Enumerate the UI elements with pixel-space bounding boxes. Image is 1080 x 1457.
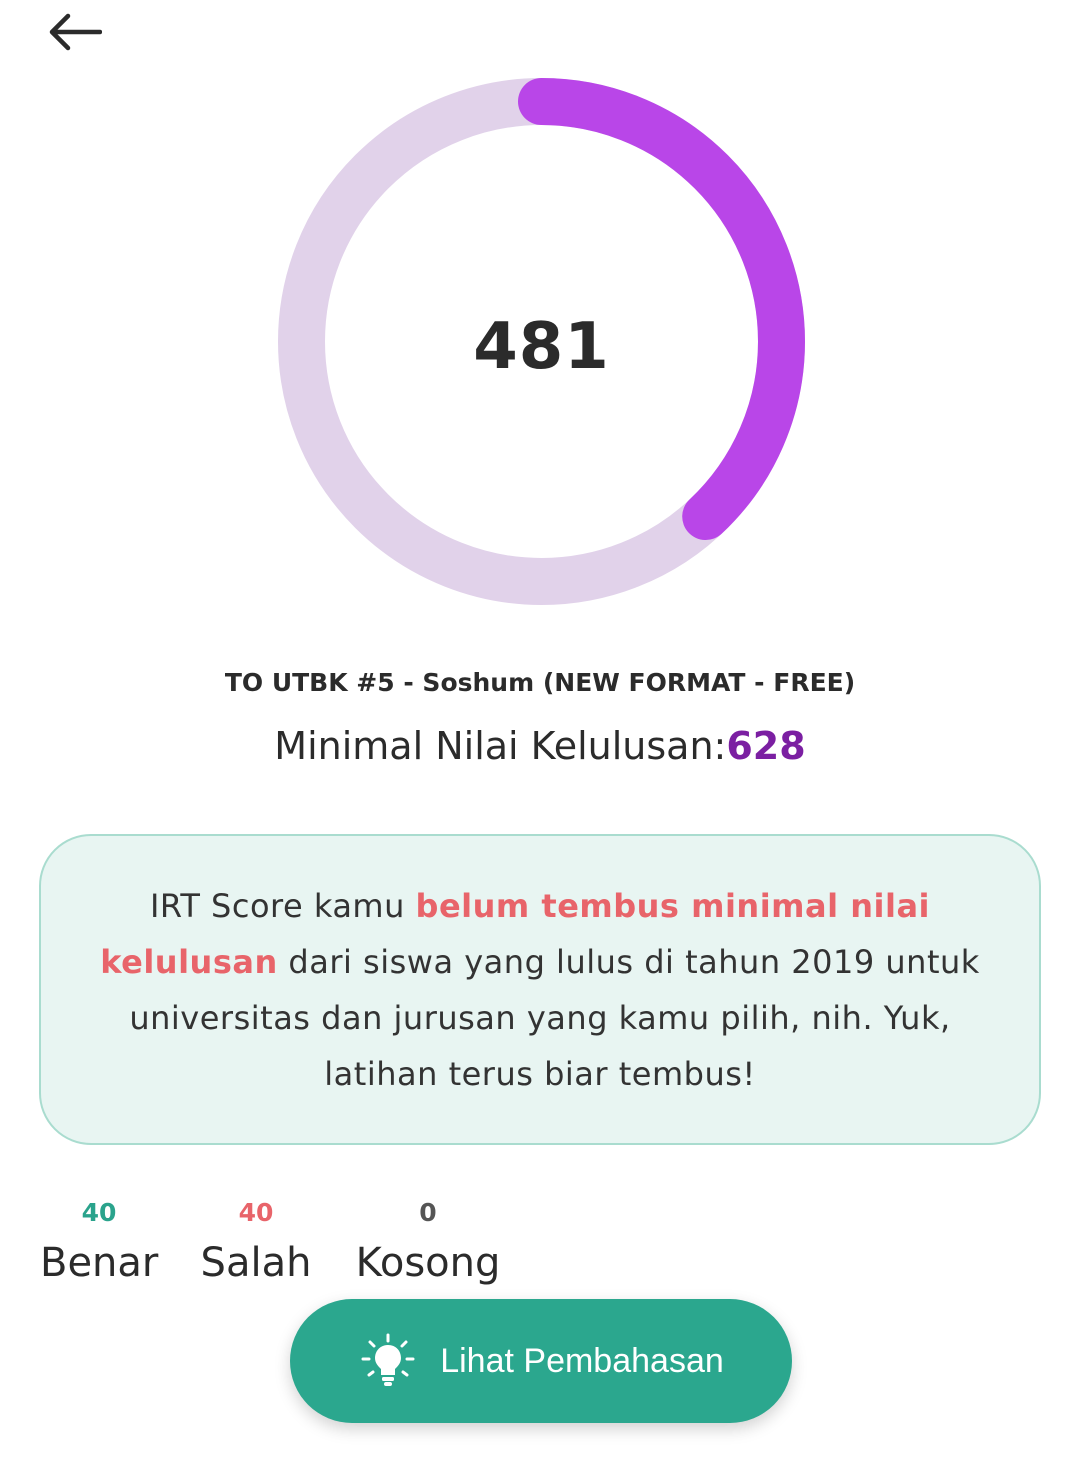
- score-ring: 481: [278, 78, 805, 605]
- view-discussion-label: Lihat Pembahasan: [440, 1341, 724, 1380]
- exam-title: TO UTBK #5 - Soshum (NEW FORMAT - FREE): [224, 668, 856, 697]
- result-message: IRT Score kamu belum tembus minimal nila…: [81, 878, 999, 1102]
- score-value: 481: [473, 309, 610, 384]
- stat-empty-count: 0: [419, 1198, 437, 1227]
- back-button[interactable]: [36, 8, 112, 60]
- result-message-intro: IRT Score kamu: [149, 886, 416, 925]
- stat-correct-label: Benar: [40, 1240, 159, 1286]
- stat-correct-count: 40: [81, 1198, 117, 1227]
- view-discussion-button[interactable]: Lihat Pembahasan: [290, 1299, 792, 1423]
- result-message-box: IRT Score kamu belum tembus minimal nila…: [39, 834, 1041, 1145]
- stat-empty-label: Kosong: [355, 1240, 501, 1286]
- stat-correct: 40 Benar: [40, 1196, 158, 1286]
- lightbulb-icon: [358, 1331, 418, 1391]
- stat-wrong-count: 40: [238, 1198, 274, 1227]
- stat-empty: 0 Kosong: [352, 1196, 504, 1286]
- minimum-passing-score-label: Minimal Nilai Kelulusan:: [274, 724, 727, 768]
- arrow-left-icon: [46, 12, 103, 56]
- stat-wrong: 40 Salah: [198, 1196, 314, 1286]
- minimum-passing-score: Minimal Nilai Kelulusan:628: [0, 724, 1080, 768]
- stat-wrong-label: Salah: [200, 1240, 312, 1286]
- minimum-passing-score-value: 628: [726, 724, 806, 768]
